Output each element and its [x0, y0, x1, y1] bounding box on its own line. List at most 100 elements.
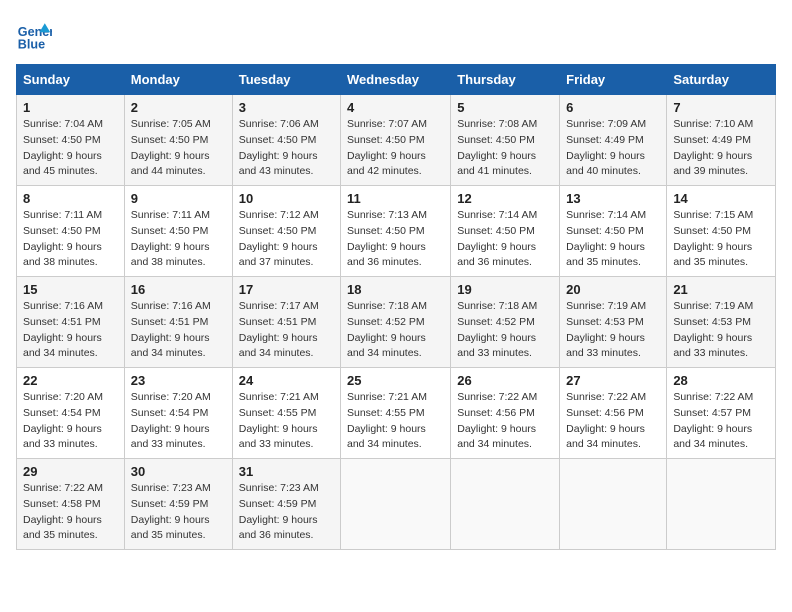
weekday-header: Monday — [124, 65, 232, 95]
day-info: Sunrise: 7:11 AM Sunset: 4:50 PM Dayligh… — [131, 208, 226, 271]
calendar-cell: 16 Sunrise: 7:16 AM Sunset: 4:51 PM Dayl… — [124, 277, 232, 368]
calendar-cell: 25 Sunrise: 7:21 AM Sunset: 4:55 PM Dayl… — [341, 368, 451, 459]
calendar-cell: 15 Sunrise: 7:16 AM Sunset: 4:51 PM Dayl… — [17, 277, 125, 368]
day-info: Sunrise: 7:18 AM Sunset: 4:52 PM Dayligh… — [457, 299, 553, 362]
day-info: Sunrise: 7:20 AM Sunset: 4:54 PM Dayligh… — [23, 390, 118, 453]
day-info: Sunrise: 7:22 AM Sunset: 4:56 PM Dayligh… — [566, 390, 660, 453]
day-number: 10 — [239, 191, 334, 206]
day-number: 25 — [347, 373, 444, 388]
day-number: 23 — [131, 373, 226, 388]
weekday-header: Wednesday — [341, 65, 451, 95]
calendar-cell: 1 Sunrise: 7:04 AM Sunset: 4:50 PM Dayli… — [17, 95, 125, 186]
day-number: 8 — [23, 191, 118, 206]
calendar-cell: 9 Sunrise: 7:11 AM Sunset: 4:50 PM Dayli… — [124, 186, 232, 277]
calendar-cell: 28 Sunrise: 7:22 AM Sunset: 4:57 PM Dayl… — [667, 368, 776, 459]
day-number: 20 — [566, 282, 660, 297]
calendar-cell: 27 Sunrise: 7:22 AM Sunset: 4:56 PM Dayl… — [560, 368, 667, 459]
day-number: 15 — [23, 282, 118, 297]
logo-icon: General Blue — [16, 16, 52, 52]
calendar-cell: 7 Sunrise: 7:10 AM Sunset: 4:49 PM Dayli… — [667, 95, 776, 186]
day-number: 18 — [347, 282, 444, 297]
day-number: 2 — [131, 100, 226, 115]
day-info: Sunrise: 7:16 AM Sunset: 4:51 PM Dayligh… — [23, 299, 118, 362]
day-number: 5 — [457, 100, 553, 115]
calendar-cell — [451, 459, 560, 550]
day-info: Sunrise: 7:17 AM Sunset: 4:51 PM Dayligh… — [239, 299, 334, 362]
day-number: 11 — [347, 191, 444, 206]
calendar-cell: 17 Sunrise: 7:17 AM Sunset: 4:51 PM Dayl… — [232, 277, 340, 368]
day-number: 19 — [457, 282, 553, 297]
day-number: 21 — [673, 282, 769, 297]
day-info: Sunrise: 7:22 AM Sunset: 4:56 PM Dayligh… — [457, 390, 553, 453]
day-number: 16 — [131, 282, 226, 297]
calendar-cell — [341, 459, 451, 550]
day-number: 1 — [23, 100, 118, 115]
day-number: 13 — [566, 191, 660, 206]
calendar-cell: 12 Sunrise: 7:14 AM Sunset: 4:50 PM Dayl… — [451, 186, 560, 277]
calendar-cell: 18 Sunrise: 7:18 AM Sunset: 4:52 PM Dayl… — [341, 277, 451, 368]
day-info: Sunrise: 7:22 AM Sunset: 4:58 PM Dayligh… — [23, 481, 118, 544]
weekday-header: Tuesday — [232, 65, 340, 95]
day-info: Sunrise: 7:14 AM Sunset: 4:50 PM Dayligh… — [566, 208, 660, 271]
day-number: 12 — [457, 191, 553, 206]
day-info: Sunrise: 7:11 AM Sunset: 4:50 PM Dayligh… — [23, 208, 118, 271]
calendar-cell: 29 Sunrise: 7:22 AM Sunset: 4:58 PM Dayl… — [17, 459, 125, 550]
calendar-cell: 26 Sunrise: 7:22 AM Sunset: 4:56 PM Dayl… — [451, 368, 560, 459]
weekday-header: Friday — [560, 65, 667, 95]
calendar-cell: 14 Sunrise: 7:15 AM Sunset: 4:50 PM Dayl… — [667, 186, 776, 277]
day-info: Sunrise: 7:16 AM Sunset: 4:51 PM Dayligh… — [131, 299, 226, 362]
day-number: 26 — [457, 373, 553, 388]
day-info: Sunrise: 7:06 AM Sunset: 4:50 PM Dayligh… — [239, 117, 334, 180]
day-info: Sunrise: 7:08 AM Sunset: 4:50 PM Dayligh… — [457, 117, 553, 180]
logo: General Blue — [16, 16, 56, 52]
calendar-cell: 31 Sunrise: 7:23 AM Sunset: 4:59 PM Dayl… — [232, 459, 340, 550]
day-number: 28 — [673, 373, 769, 388]
calendar-cell — [667, 459, 776, 550]
day-info: Sunrise: 7:14 AM Sunset: 4:50 PM Dayligh… — [457, 208, 553, 271]
day-info: Sunrise: 7:12 AM Sunset: 4:50 PM Dayligh… — [239, 208, 334, 271]
calendar-cell: 30 Sunrise: 7:23 AM Sunset: 4:59 PM Dayl… — [124, 459, 232, 550]
day-number: 3 — [239, 100, 334, 115]
day-number: 6 — [566, 100, 660, 115]
day-number: 7 — [673, 100, 769, 115]
day-info: Sunrise: 7:21 AM Sunset: 4:55 PM Dayligh… — [239, 390, 334, 453]
calendar-cell: 22 Sunrise: 7:20 AM Sunset: 4:54 PM Dayl… — [17, 368, 125, 459]
day-number: 14 — [673, 191, 769, 206]
calendar-cell: 5 Sunrise: 7:08 AM Sunset: 4:50 PM Dayli… — [451, 95, 560, 186]
calendar-cell: 8 Sunrise: 7:11 AM Sunset: 4:50 PM Dayli… — [17, 186, 125, 277]
day-info: Sunrise: 7:07 AM Sunset: 4:50 PM Dayligh… — [347, 117, 444, 180]
calendar-cell: 11 Sunrise: 7:13 AM Sunset: 4:50 PM Dayl… — [341, 186, 451, 277]
calendar-table: SundayMondayTuesdayWednesdayThursdayFrid… — [16, 64, 776, 550]
calendar-cell: 4 Sunrise: 7:07 AM Sunset: 4:50 PM Dayli… — [341, 95, 451, 186]
day-number: 31 — [239, 464, 334, 479]
weekday-header: Sunday — [17, 65, 125, 95]
day-info: Sunrise: 7:19 AM Sunset: 4:53 PM Dayligh… — [673, 299, 769, 362]
day-number: 9 — [131, 191, 226, 206]
day-info: Sunrise: 7:19 AM Sunset: 4:53 PM Dayligh… — [566, 299, 660, 362]
calendar-cell: 3 Sunrise: 7:06 AM Sunset: 4:50 PM Dayli… — [232, 95, 340, 186]
day-number: 4 — [347, 100, 444, 115]
weekday-header: Saturday — [667, 65, 776, 95]
day-info: Sunrise: 7:10 AM Sunset: 4:49 PM Dayligh… — [673, 117, 769, 180]
day-info: Sunrise: 7:18 AM Sunset: 4:52 PM Dayligh… — [347, 299, 444, 362]
calendar-cell: 19 Sunrise: 7:18 AM Sunset: 4:52 PM Dayl… — [451, 277, 560, 368]
calendar-cell: 2 Sunrise: 7:05 AM Sunset: 4:50 PM Dayli… — [124, 95, 232, 186]
day-info: Sunrise: 7:04 AM Sunset: 4:50 PM Dayligh… — [23, 117, 118, 180]
weekday-header: Thursday — [451, 65, 560, 95]
calendar-cell: 10 Sunrise: 7:12 AM Sunset: 4:50 PM Dayl… — [232, 186, 340, 277]
day-info: Sunrise: 7:20 AM Sunset: 4:54 PM Dayligh… — [131, 390, 226, 453]
day-info: Sunrise: 7:21 AM Sunset: 4:55 PM Dayligh… — [347, 390, 444, 453]
day-info: Sunrise: 7:23 AM Sunset: 4:59 PM Dayligh… — [239, 481, 334, 544]
svg-text:Blue: Blue — [18, 37, 45, 51]
calendar-cell: 24 Sunrise: 7:21 AM Sunset: 4:55 PM Dayl… — [232, 368, 340, 459]
day-number: 29 — [23, 464, 118, 479]
calendar-cell: 6 Sunrise: 7:09 AM Sunset: 4:49 PM Dayli… — [560, 95, 667, 186]
day-info: Sunrise: 7:13 AM Sunset: 4:50 PM Dayligh… — [347, 208, 444, 271]
day-info: Sunrise: 7:23 AM Sunset: 4:59 PM Dayligh… — [131, 481, 226, 544]
day-number: 30 — [131, 464, 226, 479]
day-info: Sunrise: 7:09 AM Sunset: 4:49 PM Dayligh… — [566, 117, 660, 180]
day-info: Sunrise: 7:15 AM Sunset: 4:50 PM Dayligh… — [673, 208, 769, 271]
day-info: Sunrise: 7:05 AM Sunset: 4:50 PM Dayligh… — [131, 117, 226, 180]
calendar-cell: 20 Sunrise: 7:19 AM Sunset: 4:53 PM Dayl… — [560, 277, 667, 368]
calendar-cell: 21 Sunrise: 7:19 AM Sunset: 4:53 PM Dayl… — [667, 277, 776, 368]
